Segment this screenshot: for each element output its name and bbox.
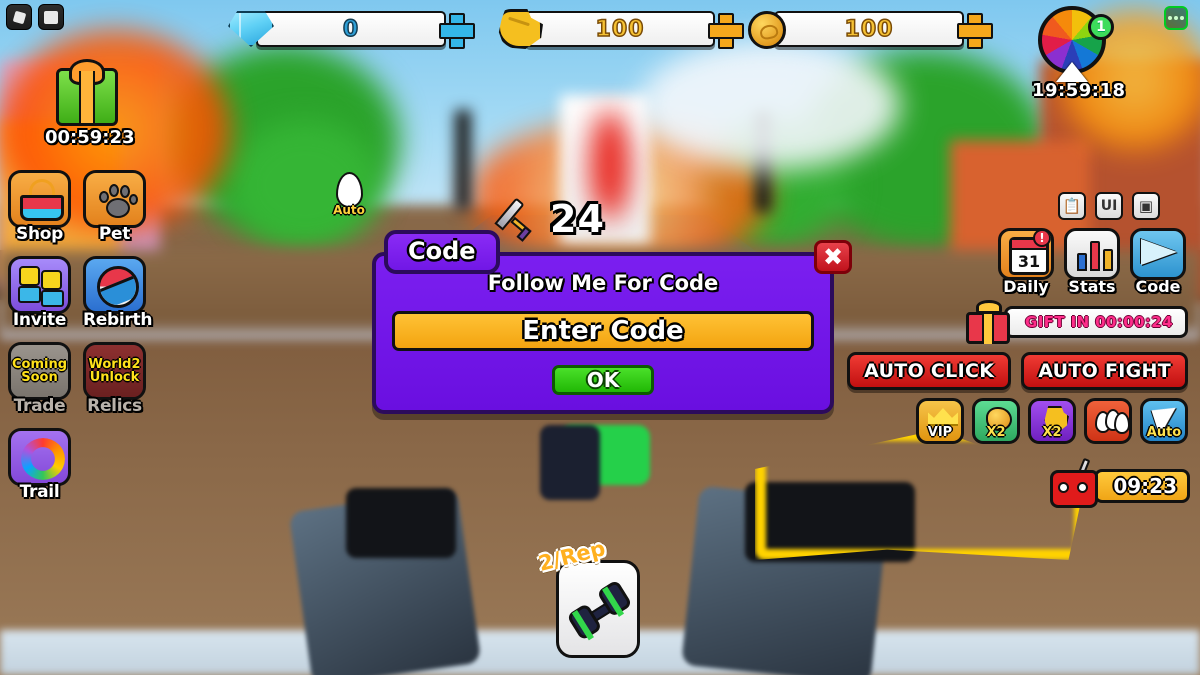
sidebar-item-trail[interactable]: Trail (8, 428, 71, 502)
gift-countdown-bar[interactable]: GIFT IN 00:00:24 (966, 300, 1188, 344)
sidebar-item-code[interactable]: Code (1130, 228, 1186, 296)
sidebar-row-2: Invite Rebirth (8, 256, 158, 330)
sidebar-row-1: Shop Pet (8, 170, 158, 244)
coins-value-pill: 100 (774, 11, 964, 47)
free-gift-widget[interactable]: 00:59:23 (45, 68, 135, 148)
pokeball-icon (97, 266, 139, 308)
sidebar-item-relics[interactable]: World2 Unlock Relics (83, 342, 146, 416)
code-ok-button[interactable]: OK (552, 365, 654, 395)
paper-plane-icon (1141, 239, 1177, 265)
sidebar-label-trade: Trade (13, 396, 66, 416)
powerup-auto[interactable]: Auto (1140, 398, 1188, 444)
coin-icon (746, 9, 790, 49)
strength-plus-button[interactable] (707, 12, 744, 49)
calendar-day: 31 (1017, 252, 1041, 271)
gems-plus-button[interactable] (438, 12, 475, 49)
right-mini-button-row: 📋 UI ▣ (1058, 192, 1160, 220)
sidebar-label-rebirth: Rebirth (83, 310, 153, 330)
powerup-eggs[interactable] (1084, 398, 1132, 444)
sidebar-label-trail: Trail (19, 482, 60, 502)
gems-value-pill: 0 (256, 11, 446, 47)
sidebar-item-stats[interactable]: Stats (1064, 228, 1120, 296)
crown-icon (928, 408, 958, 426)
left-sidebar: Shop Pet Invite Rebirth Coming Soon Trad… (8, 170, 158, 514)
strength-value-pill: 100 (525, 11, 715, 47)
powerup-vip-tag: VIP (927, 425, 953, 440)
player-head-left (346, 488, 456, 558)
auto-click-button[interactable]: AUTO CLICK (847, 352, 1012, 390)
sidebar-label-relics: Relics (87, 396, 142, 416)
coins-value: 100 (844, 16, 894, 43)
currency-strength[interactable]: 100 (497, 9, 744, 49)
strength-value: 100 (595, 16, 645, 43)
eggs-icon (1095, 409, 1129, 434)
game-screen: 0 100 100 1 19:59:18 00:59:23 Shop Pet I… (0, 0, 1200, 675)
powerup-strength-x2[interactable]: X2 (1028, 398, 1076, 444)
people-icon (18, 266, 66, 308)
rep-card[interactable] (556, 560, 640, 658)
pet-timer-value: 09:23 (1094, 469, 1190, 503)
close-icon[interactable]: ✖ (814, 240, 852, 274)
gift-countdown-text: GIFT IN 00:00:24 (1004, 306, 1188, 338)
sidebar-item-invite[interactable]: Invite (8, 256, 71, 330)
daily-alert-badge: ! (1033, 231, 1051, 247)
kill-counter-value: 24 (550, 197, 605, 241)
sidebar-item-rebirth[interactable]: Rebirth (83, 256, 153, 330)
auto-fight-button[interactable]: AUTO FIGHT (1021, 352, 1188, 390)
currency-gems[interactable]: 0 (228, 9, 475, 49)
powerup-vip[interactable]: VIP (916, 398, 964, 444)
basket-icon (20, 179, 64, 221)
sidebar-label-pet: Pet (98, 224, 131, 244)
ui-icon[interactable]: UI (1095, 192, 1123, 220)
trade-overlay-text: Coming Soon (11, 357, 68, 385)
sidebar-item-daily[interactable]: 31 ! Daily (998, 228, 1054, 296)
pet-timer-widget[interactable]: 09:23 (1050, 457, 1190, 510)
coins-plus-button[interactable] (956, 12, 993, 49)
currency-bar-row: 0 100 100 (0, 9, 1200, 62)
dark-weight-accent (540, 425, 600, 500)
clipboard-icon[interactable]: 📋 (1058, 192, 1086, 220)
pet-head-icon (1050, 457, 1102, 510)
rep-widget[interactable]: 2/Rep (536, 536, 646, 658)
sidebar-label-shop: Shop (16, 224, 63, 244)
spin-wheel-badge: 1 (1088, 14, 1114, 40)
gems-value: 0 (342, 16, 360, 43)
paw-icon (98, 182, 138, 220)
egg-auto-indicator: Auto (326, 172, 372, 217)
gift-timer: 00:59:23 (45, 127, 135, 148)
bar-chart-icon (1077, 237, 1115, 271)
right-main-buttons: 31 ! Daily Stats Code (998, 228, 1186, 296)
powerup-auto-tag: Auto (1146, 425, 1182, 440)
gift-icon (966, 300, 1014, 344)
currency-coins[interactable]: 100 (746, 9, 993, 49)
maze-icon[interactable]: ▣ (1132, 192, 1160, 220)
powerup-coin-x2[interactable]: X2 (972, 398, 1020, 444)
sidebar-item-pet[interactable]: Pet (83, 170, 146, 244)
sidebar-item-trade[interactable]: Coming Soon Trade (8, 342, 71, 416)
auto-button-row: AUTO CLICK AUTO FIGHT (847, 352, 1188, 390)
kill-counter: 24 (490, 195, 605, 243)
code-dialog-subtitle: Follow Me For Code (487, 271, 719, 295)
sidebar-label-invite: Invite (12, 310, 67, 330)
powerup-strength-tag: X2 (1042, 425, 1062, 440)
sidebar-item-shop[interactable]: Shop (8, 170, 71, 244)
powerup-coin-tag: X2 (986, 425, 1006, 440)
sidebar-row-3: Coming Soon Trade World2 Unlock Relics (8, 342, 158, 416)
code-input[interactable]: Enter Code (392, 311, 814, 351)
rainbow-ring-icon (21, 438, 65, 480)
wheel-pointer-icon (1056, 62, 1088, 82)
gem-icon (228, 9, 274, 49)
egg-auto-label: Auto (333, 203, 365, 217)
spin-wheel-timer: 19:59:18 (1032, 80, 1126, 101)
spin-wheel-widget[interactable]: 1 19:59:18 (1032, 6, 1126, 101)
relics-overlay-text: World2 Unlock (88, 357, 141, 385)
muscle-icon (497, 9, 543, 49)
code-dialog-title: Code (384, 230, 500, 274)
sidebar-row-4: Trail (8, 428, 158, 502)
dumbbell-icon (562, 574, 637, 649)
traffic-light-left (455, 110, 471, 210)
gift-box-icon[interactable] (56, 68, 118, 126)
power-up-row: VIP X2 X2 Auto (916, 398, 1188, 444)
code-dialog: Code ✖ Follow Me For Code Enter Code OK (372, 230, 852, 414)
